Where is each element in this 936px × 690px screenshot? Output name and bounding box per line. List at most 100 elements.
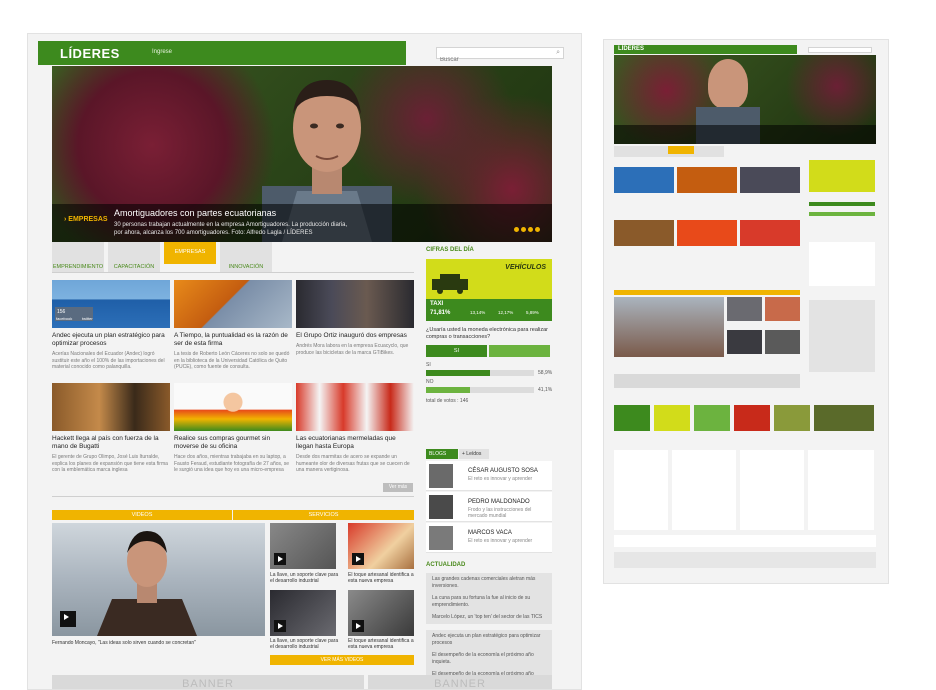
- mini-actualidad[interactable]: [809, 300, 875, 372]
- hero-section-tag[interactable]: › EMPRESAS: [64, 216, 108, 223]
- mini-tab-active[interactable]: [668, 146, 694, 154]
- article-title[interactable]: El Grupo Ortiz inauguró dos empresas: [296, 332, 414, 340]
- play-icon[interactable]: [352, 620, 364, 632]
- login-link[interactable]: Ingrese: [152, 49, 172, 55]
- article-image[interactable]: [296, 383, 414, 431]
- site-logo[interactable]: LÍDERES: [60, 46, 120, 61]
- search-icon[interactable]: ⌕: [556, 49, 560, 57]
- mini-article-image[interactable]: [614, 167, 674, 193]
- mini-video-thumb[interactable]: [727, 330, 762, 354]
- play-icon[interactable]: [60, 611, 76, 627]
- see-more-button[interactable]: Ver más: [383, 483, 413, 492]
- video-thumb[interactable]: [270, 590, 336, 636]
- mini-logo[interactable]: LÍDERES: [618, 46, 644, 52]
- video-caption[interactable]: El toque artesanal identifica a esta nue…: [348, 638, 416, 650]
- article-title[interactable]: Andec ejecuta un plan estratégico para o…: [52, 332, 170, 348]
- mini-service-tile[interactable]: [694, 405, 730, 431]
- mini-footer-list[interactable]: [672, 450, 736, 530]
- tab-servicios[interactable]: SERVICIOS: [233, 510, 414, 520]
- mini-video-tabs[interactable]: [614, 290, 800, 295]
- play-icon[interactable]: [274, 620, 286, 632]
- mini-service-tile[interactable]: [654, 405, 690, 431]
- video-thumb[interactable]: [348, 523, 414, 569]
- mini-video-thumb[interactable]: [765, 297, 800, 321]
- mini-video-thumb[interactable]: [765, 330, 800, 354]
- mini-cifras[interactable]: [809, 160, 875, 192]
- article-title[interactable]: A Tiempo, la puntualidad es la razón de …: [174, 332, 292, 348]
- video-thumb[interactable]: [348, 590, 414, 636]
- blogger-item[interactable]: PEDRO MALDONADO Frodo y las instruccione…: [426, 492, 552, 522]
- news-item[interactable]: Andec ejecuta un plan estratégico para o…: [426, 630, 552, 651]
- mini-service-tile[interactable]: [774, 405, 810, 431]
- mini-service-tile[interactable]: [614, 405, 650, 431]
- slider-dot[interactable]: [514, 227, 519, 232]
- blogger-name[interactable]: MARCOS VACA: [468, 530, 512, 536]
- banner-ad[interactable]: BANNER: [52, 675, 364, 689]
- mini-article-image[interactable]: [740, 167, 800, 193]
- mini-article-image[interactable]: [677, 220, 737, 246]
- article-image[interactable]: [174, 280, 292, 328]
- hero-slider[interactable]: › EMPRESAS Amortiguadores con partes ecu…: [52, 66, 552, 242]
- news-item[interactable]: Marcelo López, un 'top ten' del sector d…: [426, 611, 552, 626]
- blogger-item[interactable]: MARCOS VACA El reto es innovar y aprende…: [426, 523, 552, 553]
- blogger-item[interactable]: CÉSAR AUGUSTO SOSA El reto es innovar y …: [426, 461, 552, 491]
- tab-innovacion[interactable]: INNOVACIÓN: [220, 242, 274, 272]
- slider-dot[interactable]: [521, 227, 526, 232]
- news-item[interactable]: El desempeño de la economía el próximo a…: [426, 649, 552, 670]
- news-item[interactable]: La cuna para su fortuna la fue al inicio…: [426, 592, 552, 613]
- article-card[interactable]: A Tiempo, la puntualidad es la razón de …: [174, 280, 292, 371]
- mini-service-tile[interactable]: [814, 405, 874, 431]
- banner-ad[interactable]: BANNER: [368, 675, 552, 689]
- mini-blogs[interactable]: [809, 242, 875, 286]
- news-item[interactable]: Las grandes cadenas comerciales aletran …: [426, 573, 552, 594]
- mini-search[interactable]: [808, 47, 872, 53]
- avatar[interactable]: [429, 464, 453, 488]
- article-title[interactable]: Las ecuatorianas mermeladas que llegan h…: [296, 435, 414, 451]
- article-card[interactable]: 156 facebook twitter Andec ejecuta un pl…: [52, 280, 170, 371]
- slider-dot[interactable]: [528, 227, 533, 232]
- article-card[interactable]: Hackett llega al país con fuerza de la m…: [52, 383, 170, 474]
- tab-mas-leidos[interactable]: + Leídos: [459, 449, 489, 459]
- mini-article-image[interactable]: [740, 220, 800, 246]
- article-title[interactable]: Realice sus compras gourmet sin moverse …: [174, 435, 292, 451]
- avatar[interactable]: [429, 495, 453, 519]
- hero-headline[interactable]: Amortiguadores con partes ecuatorianas: [114, 208, 276, 218]
- tab-emprendimiento[interactable]: EMPRENDIMIENTO: [52, 242, 106, 272]
- blogger-name[interactable]: PEDRO MALDONADO: [468, 499, 530, 505]
- search-input[interactable]: [437, 55, 547, 65]
- mini-article-image[interactable]: [677, 167, 737, 193]
- featured-video-caption[interactable]: Fernando Moncayo, "Las ideas solo sirven…: [52, 640, 267, 646]
- video-caption[interactable]: La llave, un soporte clave para el desar…: [270, 572, 342, 584]
- slider-dot[interactable]: [535, 227, 540, 232]
- mini-footer-calendar[interactable]: [740, 450, 804, 530]
- article-image[interactable]: [174, 383, 292, 431]
- tab-empresas[interactable]: EMPRESAS: [164, 242, 218, 264]
- mini-footer-nav[interactable]: [614, 450, 668, 530]
- video-thumb[interactable]: [270, 523, 336, 569]
- avatar[interactable]: [429, 526, 453, 550]
- article-image[interactable]: 156 facebook twitter: [52, 280, 170, 328]
- article-card[interactable]: Realice sus compras gourmet sin moverse …: [174, 383, 292, 474]
- poll-no-button[interactable]: [489, 345, 550, 357]
- mini-featured-video[interactable]: [614, 297, 724, 357]
- tab-blogs[interactable]: BLOGS: [426, 449, 458, 459]
- article-image[interactable]: [296, 280, 414, 328]
- mini-article-image[interactable]: [614, 220, 674, 246]
- mini-service-tile[interactable]: [734, 405, 770, 431]
- featured-video[interactable]: [52, 523, 265, 636]
- article-card[interactable]: Las ecuatorianas mermeladas que llegan h…: [296, 383, 414, 474]
- twitter-label[interactable]: twitter: [82, 316, 93, 321]
- tab-videos[interactable]: VIDEOS: [52, 510, 232, 520]
- blogger-name[interactable]: CÉSAR AUGUSTO SOSA: [468, 468, 538, 474]
- mini-footer-twitter[interactable]: [808, 450, 874, 530]
- mini-video-thumb[interactable]: [727, 297, 762, 321]
- article-title[interactable]: Hackett llega al país con fuerza de la m…: [52, 435, 170, 451]
- article-card[interactable]: El Grupo Ortiz inauguró dos empresas And…: [296, 280, 414, 356]
- tab-capacitacion[interactable]: CAPACITACIÓN: [108, 242, 162, 272]
- mini-banner[interactable]: [614, 374, 800, 388]
- video-caption[interactable]: El toque artesanal identifica a esta nue…: [348, 572, 416, 584]
- play-icon[interactable]: [274, 553, 286, 565]
- more-videos-button[interactable]: VER MÁS VIDEOS: [270, 655, 414, 665]
- article-image[interactable]: [52, 383, 170, 431]
- cifras-infographic[interactable]: VEHÍCULOS TAXI 71,81% 13,14% 12,17% 5,89…: [426, 259, 552, 321]
